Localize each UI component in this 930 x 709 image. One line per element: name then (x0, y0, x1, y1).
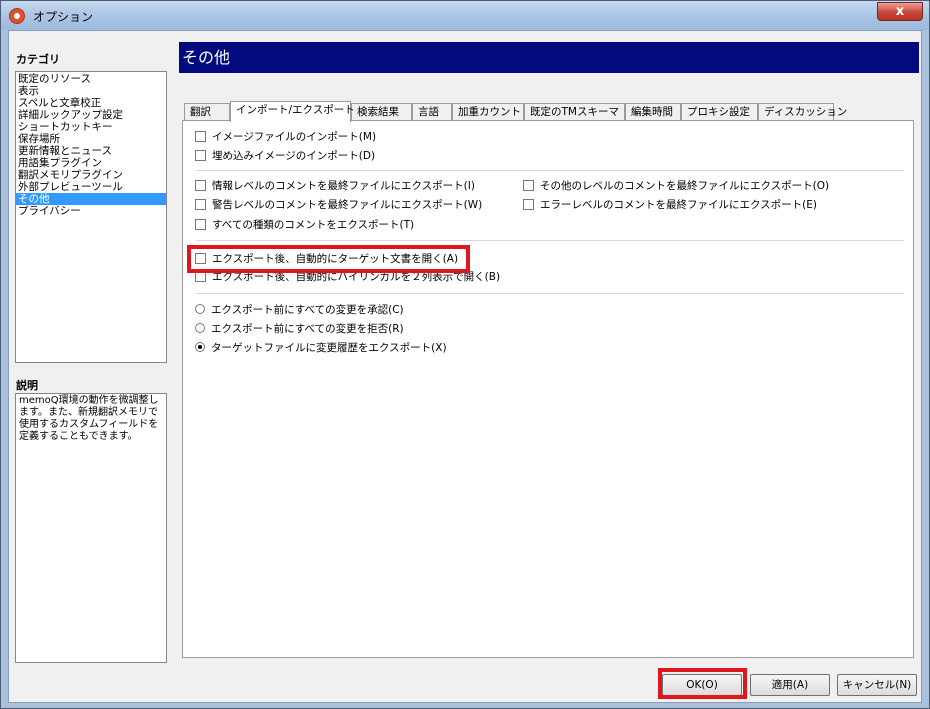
category-item[interactable]: 更新情報とニュース (16, 145, 166, 157)
radio-export-history[interactable]: ターゲットファイルに変更履歴をエクスポート(X) (195, 341, 447, 355)
other-comments-option[interactable]: その他のレベルのコメントを最終ファイルにエクスポート(O) (523, 179, 829, 193)
separator (196, 240, 904, 241)
page-title: その他 (179, 42, 919, 73)
highlight-box (658, 668, 747, 699)
option-label: 情報レベルのコメントを最終ファイルにエクスポート(I) (212, 180, 475, 192)
all-comments-option[interactable]: すべての種類のコメントをエクスポート(T) (195, 218, 414, 232)
tab-5[interactable]: 既定のTMスキーマ (524, 103, 625, 121)
category-item[interactable]: 保存場所 (16, 133, 166, 145)
apply-button[interactable]: 適用(A) (750, 674, 830, 696)
option-label: すべての種類のコメントをエクスポート(T) (212, 219, 415, 231)
option-label: ターゲットファイルに変更履歴をエクスポート(X) (211, 342, 447, 354)
memoq-app-icon (9, 8, 25, 24)
cancel-button[interactable]: キャンセル(N) (837, 674, 917, 696)
checkbox-icon[interactable] (195, 219, 206, 230)
embedded-images-option[interactable]: 埋め込みイメージのインポート(D) (195, 149, 375, 163)
info-comments-option[interactable]: 情報レベルのコメントを最終ファイルにエクスポート(I) (195, 179, 475, 193)
tab-8[interactable]: ディスカッション (758, 103, 847, 121)
category-item[interactable]: その他 (16, 193, 166, 205)
title-bar[interactable]: オプション x (1, 1, 929, 30)
options-dialog: オプション x カテゴリ 既定のリソース 表示 スペルと文章校正 詳細ルックアップ設定… (0, 0, 930, 709)
import-export-panel: イメージファイルのインポート(M) 埋め込みイメージのインポート(D) 情報レベ… (182, 120, 914, 658)
tab-4[interactable]: 加重カウント (452, 103, 524, 121)
category-item[interactable]: 用語集プラグイン (16, 157, 166, 169)
tab-2[interactable]: 検索結果 (351, 103, 412, 121)
close-button[interactable]: x (877, 2, 923, 21)
checkbox-icon[interactable] (195, 150, 206, 161)
warning-comments-option[interactable]: 警告レベルのコメントを最終ファイルにエクスポート(W) (195, 198, 482, 212)
category-heading: カテゴリ (16, 53, 60, 66)
option-label: 埋め込みイメージのインポート(D) (212, 150, 376, 162)
category-item[interactable]: 詳細ルックアップ設定 (16, 109, 166, 121)
option-label: エクスポート前にすべての変更を拒否(R) (211, 323, 404, 335)
checkbox-icon[interactable] (195, 199, 206, 210)
category-item[interactable]: ショートカットキー (16, 121, 166, 133)
category-item[interactable]: スペルと文章校正 (16, 97, 166, 109)
option-label: イメージファイルのインポート(M) (212, 131, 377, 143)
separator (196, 170, 904, 171)
highlight-box (187, 245, 470, 273)
option-label: エラーレベルのコメントを最終ファイルにエクスポート(E) (540, 199, 818, 211)
checkbox-icon[interactable] (523, 199, 534, 210)
category-item[interactable]: 表示 (16, 85, 166, 97)
description-heading: 説明 (16, 379, 38, 392)
category-item[interactable]: 外部プレビューツール (16, 181, 166, 193)
tab-7[interactable]: プロキシ設定 (681, 103, 758, 121)
import-images-option[interactable]: イメージファイルのインポート(M) (195, 130, 376, 144)
category-list[interactable]: 既定のリソース 表示 スペルと文章校正 詳細ルックアップ設定 ショートカットキー 保存場所… (15, 71, 167, 363)
separator (196, 293, 904, 294)
category-item[interactable]: 既定のリソース (16, 73, 166, 85)
window-title: オプション (33, 10, 94, 24)
radio-icon[interactable] (195, 304, 205, 314)
category-item[interactable]: 翻訳メモリプラグイン (16, 169, 166, 181)
radio-selected-icon[interactable] (195, 342, 205, 352)
radio-icon[interactable] (195, 323, 205, 333)
checkbox-icon[interactable] (195, 131, 206, 142)
radio-accept-changes[interactable]: エクスポート前にすべての変更を承認(C) (195, 303, 404, 317)
option-label: 警告レベルのコメントを最終ファイルにエクスポート(W) (212, 199, 483, 211)
option-label: その他のレベルのコメントを最終ファイルにエクスポート(O) (540, 180, 830, 192)
tab-0[interactable]: 翻訳 (184, 103, 230, 121)
checkbox-icon[interactable] (195, 180, 206, 191)
tab-1[interactable]: インポート/エクスポート (230, 101, 355, 122)
radio-reject-changes[interactable]: エクスポート前にすべての変更を拒否(R) (195, 322, 404, 336)
description-text: memoQ環境の動作を微調整します。また、新規翻訳メモリで使用するカスタムフィー… (15, 393, 167, 663)
tab-6[interactable]: 編集時間 (625, 103, 681, 121)
dialog-client-area: カテゴリ 既定のリソース 表示 スペルと文章校正 詳細ルックアップ設定 ショートカットキ… (8, 30, 922, 703)
category-item[interactable]: プライバシー (16, 205, 166, 217)
tab-3[interactable]: 言語 (412, 103, 452, 121)
error-comments-option[interactable]: エラーレベルのコメントを最終ファイルにエクスポート(E) (523, 198, 817, 212)
option-label: エクスポート前にすべての変更を承認(C) (211, 304, 404, 316)
checkbox-icon[interactable] (523, 180, 534, 191)
